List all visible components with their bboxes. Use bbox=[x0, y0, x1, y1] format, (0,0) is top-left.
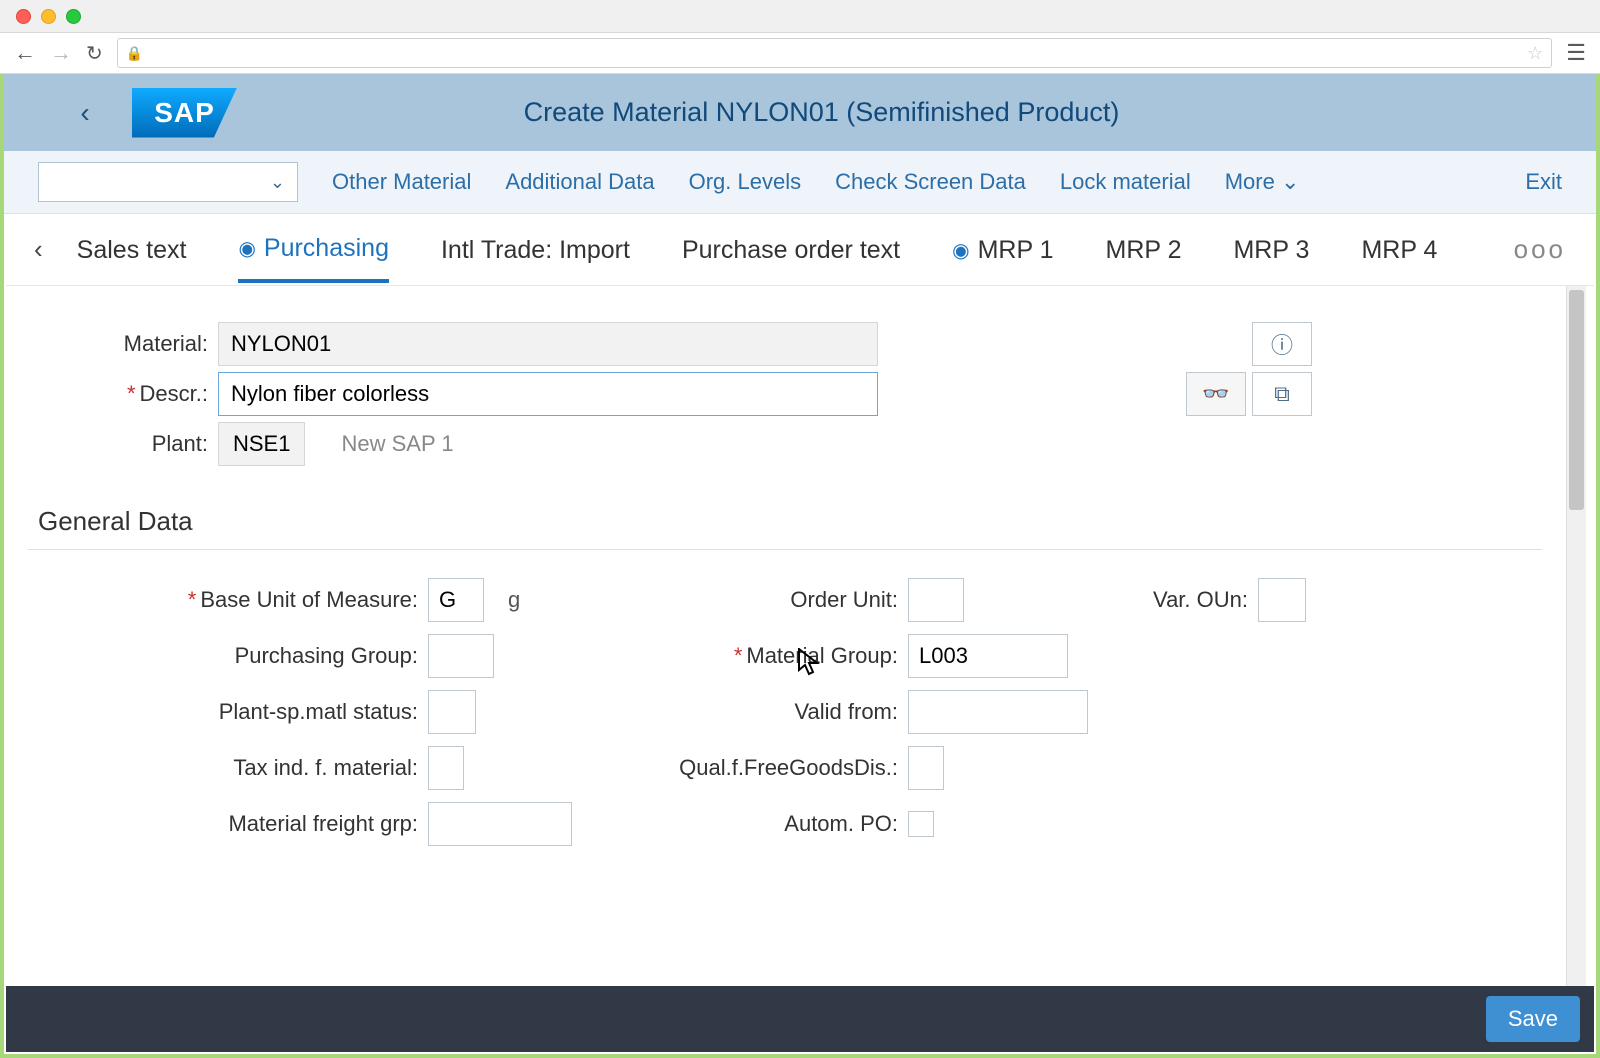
tab-label: Sales text bbox=[77, 236, 187, 265]
more-menu[interactable]: More bbox=[1225, 169, 1300, 195]
copy-button[interactable]: ⧉ bbox=[1252, 372, 1312, 416]
window-minimize-button[interactable] bbox=[41, 9, 56, 24]
section-general-data-title: General Data bbox=[38, 506, 1542, 537]
tax-ind-field[interactable] bbox=[428, 746, 464, 790]
back-chevron-icon[interactable]: ‹ bbox=[64, 92, 106, 134]
lock-icon: 🔒 bbox=[126, 45, 143, 62]
descr-label: *Descr.: bbox=[28, 381, 218, 407]
material-label: Material: bbox=[28, 331, 218, 357]
exit-link[interactable]: Exit bbox=[1525, 169, 1562, 195]
tab-purchase-order-text[interactable]: Purchase order text bbox=[682, 218, 900, 281]
purchasing-group-field[interactable] bbox=[428, 634, 494, 678]
material-field[interactable] bbox=[218, 322, 878, 366]
order-unit-field[interactable] bbox=[908, 578, 964, 622]
additional-data-link[interactable]: Additional Data bbox=[505, 169, 654, 195]
plant-code: NSE1 bbox=[218, 422, 305, 466]
valid-from-field[interactable] bbox=[908, 690, 1088, 734]
mrp1-icon: ◉ bbox=[952, 238, 969, 263]
tabs-bar: ‹ Sales text ◉ Purchasing Intl Trade: Im… bbox=[6, 214, 1594, 286]
sap-logo-text: SAP bbox=[132, 88, 237, 138]
tab-mrp1[interactable]: ◉ MRP 1 bbox=[952, 218, 1053, 281]
vertical-scrollbar[interactable] bbox=[1566, 286, 1586, 986]
tab-label: MRP 2 bbox=[1106, 236, 1182, 265]
tab-purchasing[interactable]: ◉ Purchasing bbox=[238, 216, 389, 283]
base-uom-field[interactable] bbox=[428, 578, 484, 622]
order-unit-label: Order Unit: bbox=[628, 587, 908, 613]
reload-icon[interactable]: ↻ bbox=[86, 41, 103, 66]
glasses-button: 👓 bbox=[1186, 372, 1246, 416]
valid-from-label: Valid from: bbox=[628, 699, 908, 725]
base-uom-label: *Base Unit of Measure: bbox=[28, 587, 428, 613]
tabs-scroll-left-icon[interactable]: ‹ bbox=[34, 234, 43, 265]
base-uom-text: g bbox=[484, 587, 520, 612]
view-selector[interactable]: ⌄ bbox=[38, 162, 298, 202]
plant-label: Plant: bbox=[28, 431, 218, 457]
page-title: Create Material NYLON01 (Semifinished Pr… bbox=[237, 97, 1576, 128]
app-header: ‹ SAP Create Material NYLON01 (Semifinis… bbox=[4, 74, 1596, 151]
plant-sp-status-label: Plant-sp.matl status: bbox=[28, 699, 428, 725]
tab-label: Intl Trade: Import bbox=[441, 236, 630, 265]
tab-label: MRP 3 bbox=[1233, 236, 1309, 265]
material-freight-grp-field[interactable] bbox=[428, 802, 572, 846]
status-bar: Save bbox=[6, 986, 1594, 1052]
section-divider bbox=[28, 549, 1542, 550]
var-oun-label: Var. OUn: bbox=[1058, 587, 1258, 613]
window-zoom-button[interactable] bbox=[66, 9, 81, 24]
lock-material-link[interactable]: Lock material bbox=[1060, 169, 1191, 195]
back-icon[interactable]: ← bbox=[14, 40, 36, 66]
sap-logo: SAP bbox=[132, 88, 237, 138]
tab-mrp2[interactable]: MRP 2 bbox=[1106, 218, 1182, 281]
qual-free-goods-field[interactable] bbox=[908, 746, 944, 790]
org-levels-link[interactable]: Org. Levels bbox=[689, 169, 802, 195]
purchasing-group-label: Purchasing Group: bbox=[28, 643, 428, 669]
scrollbar-thumb[interactable] bbox=[1569, 290, 1584, 510]
tab-label: MRP 4 bbox=[1361, 236, 1437, 265]
star-icon[interactable]: ☆ bbox=[1527, 43, 1543, 64]
tab-mrp4[interactable]: MRP 4 bbox=[1361, 218, 1437, 281]
tab-mrp3[interactable]: MRP 3 bbox=[1233, 218, 1309, 281]
tabs-more-icon[interactable]: ooo bbox=[1514, 234, 1566, 265]
check-screen-data-link[interactable]: Check Screen Data bbox=[835, 169, 1026, 195]
plant-sp-status-field[interactable] bbox=[428, 690, 476, 734]
info-button[interactable]: ⓘ bbox=[1252, 322, 1312, 366]
purchasing-icon: ◉ bbox=[238, 236, 255, 261]
forward-icon[interactable]: → bbox=[50, 40, 72, 66]
other-material-link[interactable]: Other Material bbox=[332, 169, 471, 195]
save-button[interactable]: Save bbox=[1486, 996, 1580, 1042]
window-close-button[interactable] bbox=[16, 9, 31, 24]
content-area: Material: ⓘ *Descr.: 👓 bbox=[4, 286, 1566, 986]
secondary-toolbar: ⌄ Other Material Additional Data Org. Le… bbox=[4, 151, 1596, 214]
material-freight-grp-label: Material freight grp: bbox=[28, 811, 428, 837]
glasses-icon: 👓 bbox=[1202, 381, 1229, 407]
description-field[interactable] bbox=[218, 372, 878, 416]
tab-label: Purchase order text bbox=[682, 236, 900, 265]
var-oun-field[interactable] bbox=[1258, 578, 1306, 622]
material-group-field[interactable] bbox=[908, 634, 1068, 678]
chevron-down-icon: ⌄ bbox=[270, 172, 285, 193]
browser-toolbar: ← → ↻ 🔒 ☆ ☰ bbox=[0, 33, 1600, 74]
menu-icon[interactable]: ☰ bbox=[1566, 40, 1586, 66]
autom-po-label: Autom. PO: bbox=[628, 811, 908, 837]
url-bar[interactable]: 🔒 ☆ bbox=[117, 38, 1553, 68]
copy-icon: ⧉ bbox=[1274, 381, 1290, 407]
info-icon: ⓘ bbox=[1271, 328, 1293, 360]
tab-intl-trade-import[interactable]: Intl Trade: Import bbox=[441, 218, 630, 281]
window-chrome bbox=[0, 0, 1600, 33]
plant-description: New SAP 1 bbox=[341, 431, 453, 457]
tab-label: Purchasing bbox=[264, 234, 389, 263]
tab-label: MRP 1 bbox=[978, 236, 1054, 265]
qual-free-goods-label: Qual.f.FreeGoodsDis.: bbox=[628, 755, 908, 781]
material-group-label: *Material Group: bbox=[628, 643, 908, 669]
autom-po-checkbox[interactable] bbox=[908, 811, 934, 837]
tax-ind-label: Tax ind. f. material: bbox=[28, 755, 428, 781]
tab-sales-text[interactable]: Sales text bbox=[77, 218, 187, 281]
